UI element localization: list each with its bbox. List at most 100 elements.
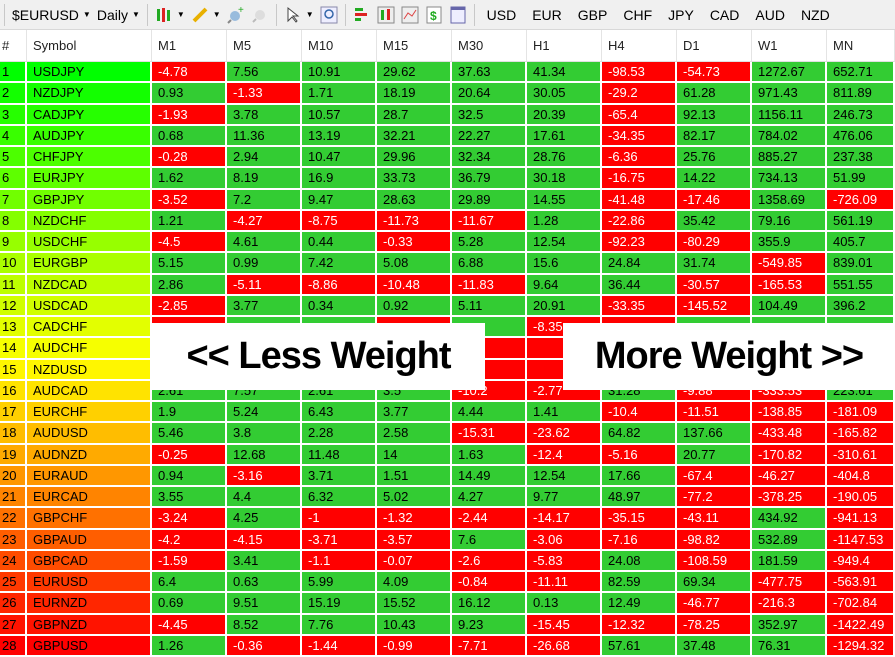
symbol-cell[interactable]: USDCAD [27, 295, 152, 317]
chart-button[interactable] [374, 3, 398, 27]
row-number: 24 [0, 550, 27, 572]
row-number: 20 [0, 465, 27, 487]
table-row[interactable]: 26 EURNZD 0.69 9.51 15.19 15.52 16.12 0.13 12.49… [0, 593, 895, 615]
table-row[interactable]: 6 EURJPY 1.62 8.19 16.9 33.73 36.79 30.18 -16.75… [0, 168, 895, 190]
table-row[interactable]: 10 EURGBP 5.15 0.99 7.42 5.08 6.88 15.6 24.84 31.… [0, 253, 895, 275]
table-row[interactable]: 5 CHFJPY -0.28 2.94 10.47 29.96 32.34 28.76 -6.3… [0, 147, 895, 169]
table-row[interactable]: 12 USDCAD -2.85 3.77 0.34 0.92 5.11 20.91 -33.35… [0, 295, 895, 317]
symbol-cell[interactable]: EURJPY [27, 168, 152, 190]
value-cell-m10: 2.28 [302, 423, 377, 445]
column-header-m1[interactable]: M1 [152, 30, 227, 61]
value-cell-m15: -1.32 [377, 508, 452, 530]
zoom-in-button[interactable]: + [224, 3, 248, 27]
table-row[interactable]: 22 GBPCHF -3.24 4.25 -1 -1.32 -2.44 -14.17 -35.1… [0, 508, 895, 530]
column-header-number[interactable]: # [0, 30, 27, 61]
row-number: 23 [0, 529, 27, 551]
table-row[interactable]: 23 GBPAUD -4.2 -4.15 -3.71 -3.57 7.6 -3.06 -7.16… [0, 529, 895, 551]
symbol-cell[interactable]: EURAUD [27, 465, 152, 487]
symbol-cell[interactable]: AUDJPY [27, 125, 152, 147]
market-watch-button[interactable] [350, 3, 374, 27]
column-header-symbol[interactable]: Symbol [27, 30, 152, 61]
column-header-w1[interactable]: W1 [752, 30, 827, 61]
value-cell-m10: 7.76 [302, 614, 377, 636]
symbol-cell[interactable]: EURNZD [27, 593, 152, 615]
currency-button-chf[interactable]: CHF [615, 3, 660, 27]
table-row[interactable]: 17 EURCHF 1.9 5.24 6.43 3.77 4.44 1.41 -10.4 -11.… [0, 402, 895, 424]
symbol-cell[interactable]: NZDCHF [27, 210, 152, 232]
value-cell-h1: 30.05 [527, 83, 602, 105]
symbol-cell[interactable]: EURGBP [27, 253, 152, 275]
column-header-h1[interactable]: H1 [527, 30, 602, 61]
currency-button-jpy[interactable]: JPY [660, 3, 702, 27]
column-header-m5[interactable]: M5 [227, 30, 302, 61]
chart-type-button[interactable]: ▼ [152, 3, 188, 27]
symbol-cell[interactable]: USDCHF [27, 232, 152, 254]
symbol-cell[interactable]: GBPJPY [27, 189, 152, 211]
currency-button-usd[interactable]: USD [479, 3, 525, 27]
currency-button-aud[interactable]: AUD [747, 3, 793, 27]
symbol-cell[interactable]: NZDUSD [27, 359, 152, 381]
symbol-cell[interactable]: EURCHF [27, 402, 152, 424]
column-header-m30[interactable]: M30 [452, 30, 527, 61]
column-header-m15[interactable]: M15 [377, 30, 452, 61]
draw-tool-button[interactable]: ▼ [188, 3, 224, 27]
table-row[interactable]: 8 NZDCHF 1.21 -4.27 -8.75 -11.73 -11.67 1.28 -22… [0, 210, 895, 232]
currency-button-cad[interactable]: CAD [702, 3, 748, 27]
table-row[interactable]: 1 USDJPY -4.78 7.56 10.91 29.62 37.63 41.34 -98.… [0, 62, 895, 84]
value-cell-mn: -1422.49 [827, 614, 895, 636]
table-row[interactable]: 19 AUDNZD -0.25 12.68 11.48 14 1.63 -12.4 -5.16 2… [0, 444, 895, 466]
value-cell-w1: 784.02 [752, 125, 827, 147]
table-row[interactable]: 20 EURAUD 0.94 -3.16 3.71 1.51 14.49 12.54 17.66… [0, 465, 895, 487]
table-row[interactable]: 21 EURCAD 3.55 4.4 6.32 5.02 4.27 9.77 48.97 -77.… [0, 487, 895, 509]
currency-button-nzd[interactable]: NZD [793, 3, 838, 27]
symbol-cell[interactable]: AUDCHF [27, 338, 152, 360]
symbol-cell[interactable]: EURUSD [27, 572, 152, 594]
value-cell-w1: 885.27 [752, 147, 827, 169]
column-header-mn[interactable]: MN [827, 30, 895, 61]
zoom-out-button[interactable] [248, 3, 272, 27]
table-row[interactable]: 24 GBPCAD -1.59 3.41 -1.1 -0.07 -2.6 -5.83 24.08… [0, 550, 895, 572]
table-row[interactable]: 2 NZDJPY 0.93 -1.33 1.71 18.19 20.64 30.05 -29.2… [0, 83, 895, 105]
table-row[interactable]: 18 AUDUSD 5.46 3.8 2.28 2.58 -15.31 -23.62 64.82… [0, 423, 895, 445]
column-header-d1[interactable]: D1 [677, 30, 752, 61]
symbol-dropdown[interactable]: $EURUSD ▼ [9, 3, 94, 27]
value-cell-h1: 17.61 [527, 125, 602, 147]
symbol-cell[interactable]: USDJPY [27, 62, 152, 84]
column-header-h4[interactable]: H4 [602, 30, 677, 61]
value-cell-h1: 20.39 [527, 104, 602, 126]
table-row[interactable]: 28 GBPUSD 1.26 -0.36 -1.44 -0.99 -7.71 -26.68 57… [0, 635, 895, 657]
line-chart-button[interactable] [398, 3, 422, 27]
timeframe-dropdown[interactable]: Daily ▼ [94, 3, 143, 27]
table-row[interactable]: 27 GBPNZD -4.45 8.52 7.76 10.43 9.23 -15.45 -12.… [0, 614, 895, 636]
symbol-cell[interactable]: NZDJPY [27, 83, 152, 105]
column-header-m10[interactable]: M10 [302, 30, 377, 61]
symbol-cell[interactable]: AUDUSD [27, 423, 152, 445]
symbol-cell[interactable]: GBPUSD [27, 635, 152, 657]
value-cell-m1: -2.85 [152, 295, 227, 317]
symbol-cell[interactable]: CADJPY [27, 104, 152, 126]
table-row[interactable]: 11 NZDCAD 2.86 -5.11 -8.86 -10.48 -11.83 9.64 36… [0, 274, 895, 296]
symbol-cell[interactable]: NZDCAD [27, 274, 152, 296]
value-cell-m1: 0.68 [152, 125, 227, 147]
table-row[interactable]: 3 CADJPY -1.93 3.78 10.57 28.7 32.5 20.39 -65.4 9… [0, 104, 895, 126]
symbol-cell[interactable]: CHFJPY [27, 147, 152, 169]
table-row[interactable]: 9 USDCHF -4.5 4.61 0.44 -0.33 5.28 12.54 -92.23-… [0, 232, 895, 254]
symbol-cell[interactable]: AUDCAD [27, 380, 152, 402]
symbol-cell[interactable]: CADCHF [27, 317, 152, 339]
value-cell-h1: 1.41 [527, 402, 602, 424]
dollar-button[interactable]: $ [422, 3, 446, 27]
currency-button-gbp[interactable]: GBP [570, 3, 616, 27]
symbol-cell[interactable]: EURCAD [27, 487, 152, 509]
cursor-button[interactable]: ▼ [281, 3, 317, 27]
currency-button-eur[interactable]: EUR [524, 3, 570, 27]
symbol-cell[interactable]: GBPCHF [27, 508, 152, 530]
symbol-cell[interactable]: AUDNZD [27, 444, 152, 466]
symbol-cell[interactable]: GBPCAD [27, 550, 152, 572]
table-row[interactable]: 4 AUDJPY 0.68 11.36 13.19 32.21 22.27 17.61 -34.… [0, 125, 895, 147]
symbol-cell[interactable]: GBPAUD [27, 529, 152, 551]
symbol-cell[interactable]: GBPNZD [27, 614, 152, 636]
table-row[interactable]: 7 GBPJPY -3.52 7.2 9.47 28.63 29.89 14.55 -41.48… [0, 189, 895, 211]
table-row[interactable]: 25 EURUSD 6.4 0.63 5.99 4.09 -0.84 -11.11 82.59 6… [0, 572, 895, 594]
window-button[interactable] [446, 3, 470, 27]
search-button[interactable] [317, 3, 341, 27]
